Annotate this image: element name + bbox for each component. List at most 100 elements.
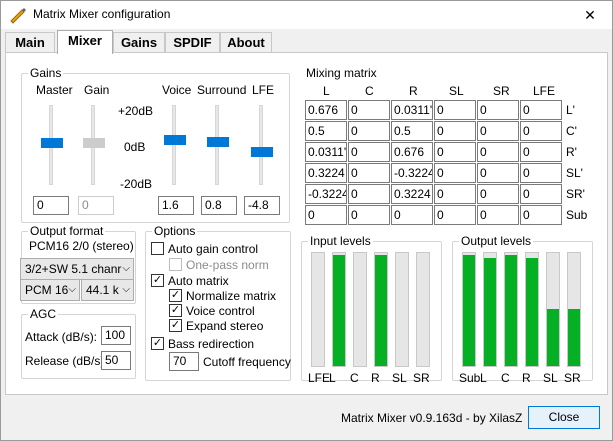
attack-field[interactable]: 100 [101,326,131,345]
matrix-cell[interactable]: 0 [434,100,476,120]
lfe-slider-track[interactable] [259,105,263,185]
matrix-cell[interactable]: 0 [520,121,562,141]
matrix-row-label: SR' [566,187,585,201]
meter-label: L [480,371,487,385]
one-pass-checkbox [169,258,182,271]
voice-value-field[interactable]: 1.6 [158,196,194,215]
voice-label: Voice [162,83,192,97]
release-field[interactable]: 50 [101,351,131,370]
matrix-cell[interactable]: 0.0311' [305,142,347,162]
sample-rate-select[interactable]: 44.1 k ⌵ [81,279,134,301]
input-levels-meter [416,252,430,367]
bass-redirection-checkbox[interactable]: ✓ [151,337,164,350]
output-levels-meter [546,252,560,367]
matrix-cell[interactable]: 0 [348,142,390,162]
bass-redirection-label: Bass redirection [168,337,255,351]
status-text: Matrix Mixer v0.9.163d - by XilasZ [341,411,523,425]
matrix-cell[interactable]: 0 [434,163,476,183]
chevron-down-icon: ⌵ [68,284,76,295]
matrix-row-label: SL' [566,166,583,180]
tab-gains[interactable]: Gains [113,32,165,53]
surround-slider-thumb[interactable] [207,137,229,147]
voice-control-checkbox[interactable]: ✓ [169,304,182,317]
matrix-cell[interactable]: 0 [305,205,347,225]
voice-slider-thumb[interactable] [164,135,186,145]
matrix-cell[interactable]: 0 [434,205,476,225]
matrix-cell[interactable]: 0 [520,142,562,162]
matrix-cell[interactable]: 0.676 [305,100,347,120]
master-value-field[interactable]: 0 [33,196,69,215]
matrix-cell[interactable]: 0.0311' [391,100,433,120]
matrix-cell[interactable]: 0 [434,121,476,141]
matrix-cell[interactable]: 0 [520,163,562,183]
cutoff-label: Cutoff frequency [203,355,291,369]
sample-format-select[interactable]: PCM 16 ⌵ [20,279,80,301]
matrix-cell[interactable]: 0 [348,121,390,141]
matrix-cell[interactable]: 0 [477,100,519,120]
scale-plus20: +20dB [118,104,154,118]
tab-mixer[interactable]: Mixer [57,30,113,54]
normalize-checkbox[interactable]: ✓ [169,289,182,302]
matrix-cell[interactable]: 0 [477,142,519,162]
matrix-cell[interactable]: 0.3224 [305,163,347,183]
matrix-cell[interactable]: 0.3224 [391,184,433,204]
output-levels-meter [567,252,581,367]
gain-value-field: 0 [78,196,114,215]
matrix-col-lfe: LFE [533,84,556,98]
matrix-cell[interactable]: 0.5 [305,121,347,141]
gain-label: Gain [84,83,110,97]
matrix-cell[interactable]: 0.5 [391,121,433,141]
auto-gain-checkbox[interactable] [151,242,164,255]
matrix-cell[interactable]: -0.3224 [305,184,347,204]
matrix-cell[interactable]: 0 [391,205,433,225]
voice-slider-track[interactable] [172,105,176,185]
master-label: Master [36,83,73,97]
meter-label: SR [564,371,581,385]
meter-fill [333,255,345,366]
matrix-cell[interactable]: -0.3224 [391,163,433,183]
master-slider-thumb[interactable] [41,138,63,148]
meter-label: SL [392,371,407,385]
auto-matrix-checkbox[interactable]: ✓ [151,274,164,287]
tab-spdif[interactable]: SPDIF [165,32,220,53]
surround-value-field[interactable]: 0.8 [201,196,237,215]
matrix-cell[interactable]: 0 [348,184,390,204]
scale-0db: 0dB [124,140,146,154]
sample-rate-value: 44.1 k [86,283,119,297]
meter-label: Sub [459,371,481,385]
matrix-cell[interactable]: 0 [477,205,519,225]
matrix-cell[interactable]: 0 [348,100,390,120]
window-close-icon[interactable]: ✕ [568,1,612,29]
lfe-label: LFE [252,83,275,97]
tab-main[interactable]: Main [5,32,55,53]
matrix-cell[interactable]: 0 [477,121,519,141]
close-button[interactable]: Close [528,406,600,429]
matrix-cell[interactable]: 0.676 [391,142,433,162]
tab-about[interactable]: About [220,32,272,53]
lfe-slider-thumb[interactable] [251,147,273,157]
matrix-cell[interactable]: 0 [520,205,562,225]
output-levels-meter [462,252,476,367]
matrix-cell[interactable]: 0 [520,100,562,120]
sample-format-value: PCM 16 [25,283,69,297]
matrix-col-r: R [409,84,418,98]
channel-layout-select[interactable]: 3/2+SW 5.1 chanr ⌵ [20,258,134,280]
gain-slider-thumb [83,138,105,148]
output-format-title: Output format [28,224,106,238]
matrix-row-label: L' [566,103,575,117]
cutoff-field[interactable]: 70 [169,352,199,371]
meter-label: L [329,371,336,385]
matrix-cell[interactable]: 0 [348,163,390,183]
matrix-cell[interactable]: 0 [434,184,476,204]
lfe-value-field[interactable]: -4.8 [244,196,280,215]
expand-stereo-checkbox[interactable]: ✓ [169,319,182,332]
matrix-cell[interactable]: 0 [434,142,476,162]
matrix-cell[interactable]: 0 [520,184,562,204]
matrix-mixer-window: Matrix Mixer configuration ✕ Main Mixer … [0,0,613,441]
scale-minus20: -20dB [120,177,153,191]
matrix-col-sl: SL [449,84,464,98]
matrix-cell[interactable]: 0 [348,205,390,225]
matrix-cell[interactable]: 0 [477,184,519,204]
meter-label: R [371,371,380,385]
matrix-cell[interactable]: 0 [477,163,519,183]
